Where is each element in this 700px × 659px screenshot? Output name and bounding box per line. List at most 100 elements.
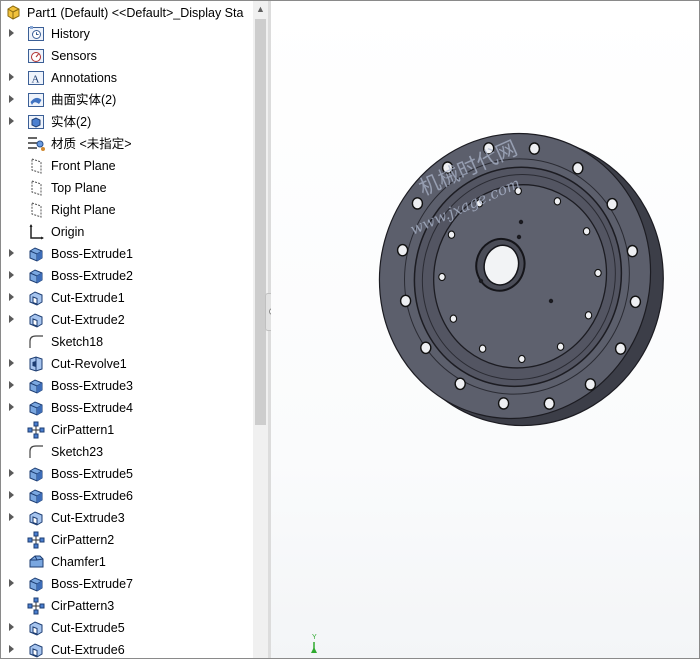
tree-item-label: Sketch23	[51, 445, 104, 459]
scroll-up-arrow-icon[interactable]: ▲	[253, 1, 268, 17]
tree-item[interactable]: Cut-Extrude3	[1, 507, 253, 529]
tree-item[interactable]: CirPattern3	[1, 595, 253, 617]
circular-pattern-icon	[27, 421, 45, 439]
history-icon	[27, 25, 45, 43]
tree-item[interactable]: Chamfer1	[1, 551, 253, 573]
tree-item[interactable]: Boss-Extrude1	[1, 243, 253, 265]
tree-item[interactable]: History	[1, 23, 253, 45]
tree-item[interactable]: Front Plane	[1, 155, 253, 177]
expand-arrow-icon[interactable]	[9, 623, 14, 631]
expand-arrow-icon[interactable]	[9, 95, 14, 103]
expand-arrow-icon[interactable]	[9, 469, 14, 477]
cut-extrude-icon	[27, 289, 45, 307]
tree-item[interactable]: Cut-Extrude6	[1, 639, 253, 658]
tree-root-label: Part1 (Default) <<Default>_Display Sta	[27, 6, 244, 20]
tree-item[interactable]: Boss-Extrude6	[1, 485, 253, 507]
tree-item[interactable]: CirPattern2	[1, 529, 253, 551]
graphics-area[interactable]: 机械时代网 www.jxage.com Y	[271, 1, 699, 658]
tree-item[interactable]: Cut-Extrude2	[1, 309, 253, 331]
tree-item-label: Sketch18	[51, 335, 104, 349]
mounting-hole	[584, 311, 593, 320]
mounting-hole	[518, 354, 526, 364]
expand-arrow-icon[interactable]	[9, 513, 14, 521]
tree-root-part[interactable]: Part1 (Default) <<Default>_Display Sta	[1, 1, 253, 23]
mounting-hole	[478, 344, 487, 353]
solidworks-window: Part1 (Default) <<Default>_Display Sta H…	[0, 0, 700, 659]
expand-arrow-icon[interactable]	[9, 73, 14, 81]
boss-extrude-icon	[27, 465, 45, 483]
tree-item[interactable]: Sensors	[1, 45, 253, 67]
triad-icon[interactable]: Y	[311, 634, 317, 653]
bolt-hole	[399, 294, 412, 308]
tree-item[interactable]: Cut-Extrude5	[1, 617, 253, 639]
expand-arrow-icon[interactable]	[9, 271, 14, 279]
expand-arrow-icon[interactable]	[9, 491, 14, 499]
pin-hole	[478, 278, 484, 284]
expand-arrow-icon[interactable]	[9, 579, 14, 587]
svg-text:A: A	[32, 74, 40, 86]
bolt-hole	[497, 397, 510, 410]
tree-item-label: 实体(2)	[51, 115, 92, 129]
tree-item-label: Annotations	[51, 71, 118, 85]
tree-item[interactable]: CirPattern1	[1, 419, 253, 441]
tree-item[interactable]: 实体(2)	[1, 111, 253, 133]
bolt-hole	[629, 295, 642, 309]
tree-item-label: Cut-Extrude1	[51, 291, 125, 305]
tree-item[interactable]: Sketch23	[1, 441, 253, 463]
tree-item[interactable]: Cut-Extrude1	[1, 287, 253, 309]
boss-extrude-icon	[27, 245, 45, 263]
bolt-hole	[411, 197, 424, 210]
boss-extrude-icon	[27, 487, 45, 505]
tree-item-label: 曲面实体(2)	[51, 93, 117, 107]
annotations-icon: A	[27, 69, 45, 87]
expand-arrow-icon[interactable]	[9, 381, 14, 389]
tree-item[interactable]: Boss-Extrude7	[1, 573, 253, 595]
tree-item-label: Right Plane	[51, 203, 116, 217]
boss-extrude-icon	[27, 377, 45, 395]
tree-item[interactable]: 材质 <未指定>	[1, 133, 253, 155]
tree-item-label: Boss-Extrude1	[51, 247, 133, 261]
tree-item[interactable]: Right Plane	[1, 199, 253, 221]
tree-item[interactable]: Top Plane	[1, 177, 253, 199]
bolt-hole	[528, 142, 541, 155]
bolt-hole	[614, 342, 627, 355]
expand-arrow-icon[interactable]	[9, 645, 14, 653]
expand-arrow-icon[interactable]	[9, 249, 14, 257]
tree-item-label: Front Plane	[51, 159, 116, 173]
expand-arrow-icon[interactable]	[9, 29, 14, 37]
chamfer-icon	[27, 553, 45, 571]
mounting-hole	[553, 197, 562, 206]
boss-extrude-icon	[27, 267, 45, 285]
tree-item[interactable]: 曲面实体(2)	[1, 89, 253, 111]
triad-y-label: Y	[312, 634, 317, 641]
tree-item[interactable]: A Annotations	[1, 67, 253, 89]
tree-item-label: Chamfer1	[51, 555, 106, 569]
boss-extrude-icon	[27, 575, 45, 593]
cut-extrude-icon	[27, 311, 45, 329]
tree-item[interactable]: Boss-Extrude3	[1, 375, 253, 397]
bolt-hole	[606, 197, 618, 211]
flange-model-view: 机械时代网 www.jxage.com Y	[311, 132, 664, 653]
expand-arrow-icon[interactable]	[9, 403, 14, 411]
surface-bodies-icon	[27, 91, 45, 109]
expand-arrow-icon[interactable]	[9, 315, 14, 323]
mounting-hole	[594, 268, 602, 278]
tree-item[interactable]: Boss-Extrude5	[1, 463, 253, 485]
scrollbar-thumb[interactable]	[255, 19, 266, 425]
tree-item[interactable]: Sketch18	[1, 331, 253, 353]
plane-icon	[27, 157, 45, 175]
tree-item[interactable]: Boss-Extrude4	[1, 397, 253, 419]
tree-item[interactable]: Cut-Revolve1	[1, 353, 253, 375]
mounting-hole	[582, 227, 591, 236]
tree-item[interactable]: Origin	[1, 221, 253, 243]
expand-arrow-icon[interactable]	[9, 293, 14, 301]
expand-arrow-icon[interactable]	[9, 359, 14, 367]
pin-hole	[518, 219, 524, 225]
pin-hole	[516, 234, 522, 240]
tree-item-label: Boss-Extrude6	[51, 489, 133, 503]
circular-pattern-icon	[27, 531, 45, 549]
feature-manager-tree: Part1 (Default) <<Default>_Display Sta H…	[1, 1, 253, 658]
tree-item[interactable]: Boss-Extrude2	[1, 265, 253, 287]
tree-item-label: Boss-Extrude3	[51, 379, 133, 393]
expand-arrow-icon[interactable]	[9, 117, 14, 125]
